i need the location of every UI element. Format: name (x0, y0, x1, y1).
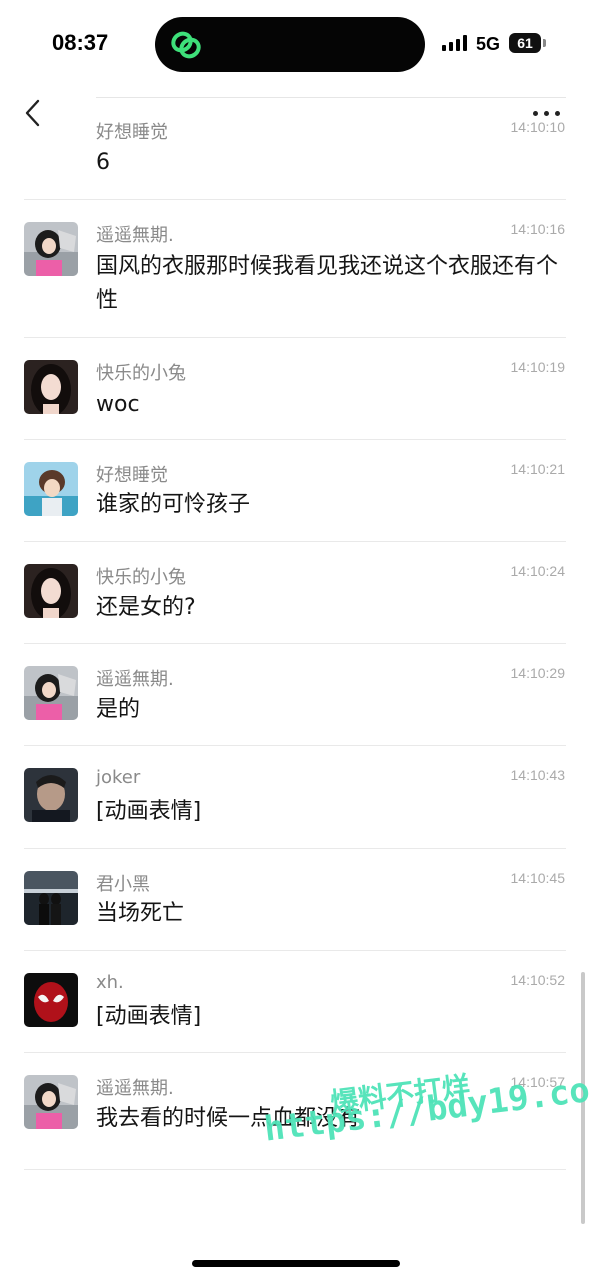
sender-name[interactable]: 遥遥無期. (96, 221, 174, 247)
sender-name[interactable]: 快乐的小兔 (96, 359, 186, 385)
network-label: 5G (476, 34, 501, 54)
battery-cap (543, 39, 546, 47)
girl-pink-top-avatar-image (24, 1075, 78, 1129)
chat-message[interactable]: 快乐的小兔 14:10:19 woc (0, 338, 590, 440)
battery-icon: 61 (509, 33, 541, 53)
chat-message[interactable]: joker 14:10:43 [动画表情] (0, 746, 590, 848)
message-time: 14:10:52 (510, 972, 566, 988)
sender-name[interactable]: 遥遥無期. (96, 1074, 174, 1100)
message-text: 国风的衣服那时候我看见我还说这个衣服还有个性 (96, 254, 559, 313)
message-time: 14:10:21 (510, 461, 566, 477)
avatar[interactable] (24, 973, 78, 1027)
avatar[interactable] (24, 564, 78, 618)
girl-pink-top-avatar-image (24, 222, 78, 276)
message-time: 14:10:19 (510, 359, 566, 375)
status-bar: 08:37 5G 61 (0, 0, 590, 90)
message-text: [动画表情] (96, 1004, 202, 1029)
message-text: [动画表情] (96, 799, 202, 824)
chat-message[interactable]: 好想睡觉 14:10:10 6 (0, 98, 590, 200)
anime-boy-avatar-image (24, 462, 78, 516)
message-time: 14:10:43 (510, 767, 566, 783)
girl-pink-top-avatar-image (24, 666, 78, 720)
couple-night-avatar-image (24, 871, 78, 925)
message-text: 谁家的可怜孩子 (96, 492, 251, 517)
message-text: 当场死亡 (96, 901, 185, 926)
man-portrait-avatar-image (24, 768, 78, 822)
app-link-icon (171, 31, 201, 59)
sender-name[interactable]: joker (96, 767, 140, 788)
chat-message[interactable]: 遥遥無期. 14:10:16 国风的衣服那时候我看见我还说这个衣服还有个性 (0, 200, 590, 338)
avatar[interactable] (24, 222, 78, 276)
message-time: 14:10:16 (510, 221, 566, 237)
sender-name[interactable]: 遥遥無期. (96, 665, 174, 691)
sender-name[interactable]: 君小黑 (96, 870, 150, 896)
chat-message[interactable]: 君小黑 14:10:45 当场死亡 (0, 849, 590, 951)
chat-message[interactable]: 遥遥無期. 14:10:29 是的 (0, 644, 590, 746)
message-time: 14:10:29 (510, 665, 566, 681)
sender-name[interactable]: 好想睡觉 (96, 461, 168, 487)
chat-message[interactable]: 快乐的小兔 14:10:24 还是女的? (0, 542, 590, 644)
divider (24, 1169, 566, 1170)
home-indicator[interactable] (192, 1260, 400, 1267)
avatar[interactable] (24, 871, 78, 925)
sender-name[interactable]: 好想睡觉 (96, 118, 168, 144)
avatar[interactable] (24, 360, 78, 414)
signal-icon (442, 35, 468, 51)
spiderman-mask-avatar-image (24, 973, 78, 1027)
message-time: 14:10:10 (510, 119, 566, 135)
girl-dark-hair-avatar-image (24, 360, 78, 414)
girl-dark-hair-avatar-image (24, 564, 78, 618)
chat-message[interactable]: xh. 14:10:52 [动画表情] (0, 951, 590, 1053)
sender-name[interactable]: xh. (96, 972, 124, 993)
message-time: 14:10:24 (510, 563, 566, 579)
dynamic-island (155, 17, 425, 72)
chat-message[interactable]: 好想睡觉 14:10:21 谁家的可怜孩子 (0, 440, 590, 542)
message-text: 6 (96, 150, 110, 175)
message-time: 14:10:45 (510, 870, 566, 886)
avatar[interactable] (24, 462, 78, 516)
avatar[interactable] (24, 666, 78, 720)
avatar[interactable] (24, 768, 78, 822)
message-text: 是的 (96, 697, 141, 722)
avatar[interactable] (24, 1075, 78, 1129)
sender-name[interactable]: 快乐的小兔 (96, 563, 186, 589)
message-text: 还是女的? (96, 595, 196, 620)
message-text: woc (96, 392, 140, 417)
status-time: 08:37 (52, 30, 109, 55)
